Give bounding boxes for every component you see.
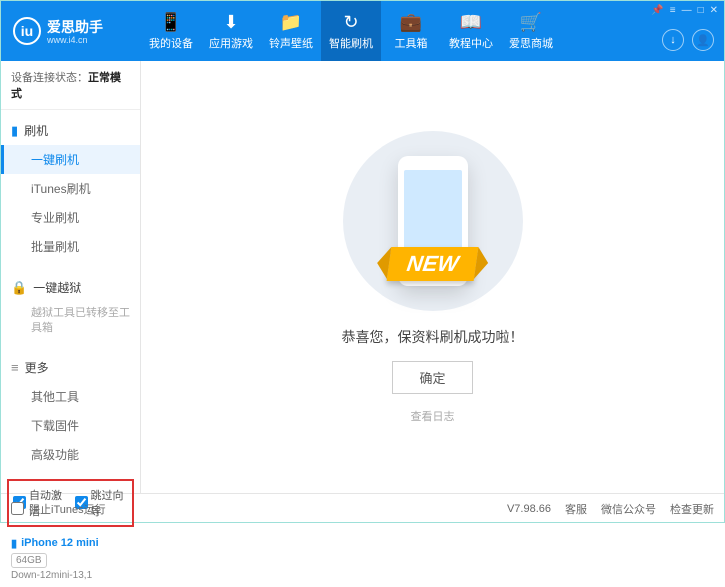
- sidebar-item-flash-1[interactable]: iTunes刷机: [1, 174, 140, 203]
- sidebar-item-more-1[interactable]: 下载固件: [1, 411, 140, 440]
- minimize-icon[interactable]: —: [682, 5, 692, 16]
- device-info[interactable]: ▮iPhone 12 mini 64GB Down-12mini-13,1: [1, 531, 140, 587]
- version-label: V7.98.66: [507, 503, 551, 515]
- nav-3[interactable]: ↻智能刷机: [321, 1, 381, 61]
- success-illustration: NEW: [333, 131, 533, 311]
- nav-icon: 💼: [400, 12, 422, 33]
- wechat-link[interactable]: 微信公众号: [601, 501, 656, 517]
- phone-icon: ▮: [11, 537, 17, 550]
- close-icon[interactable]: ✕: [710, 5, 718, 16]
- success-message: 恭喜您，保资料刷机成功啦！: [342, 327, 524, 347]
- sidebar-section-jailbreak[interactable]: 🔒 一键越狱: [1, 273, 140, 302]
- sidebar: 设备连接状态：正常模式 ▮ 刷机 一键刷机iTunes刷机专业刷机批量刷机 🔒 …: [1, 61, 141, 493]
- sidebar-section-more[interactable]: ≡ 更多: [1, 353, 140, 382]
- download-button[interactable]: ↓: [662, 29, 684, 51]
- nav-icon: ⬇: [223, 12, 238, 33]
- ok-button[interactable]: 确定: [392, 361, 472, 394]
- nav-4[interactable]: 💼工具箱: [381, 1, 441, 61]
- new-ribbon: NEW: [386, 247, 478, 281]
- user-button[interactable]: 👤: [692, 29, 714, 51]
- nav-icon: 📁: [280, 12, 302, 33]
- jailbreak-note: 越狱工具已转移至工具箱: [1, 302, 140, 341]
- support-link[interactable]: 客服: [565, 501, 587, 517]
- sidebar-item-flash-2[interactable]: 专业刷机: [1, 203, 140, 232]
- nav-1[interactable]: ⬇应用游戏: [201, 1, 261, 61]
- nav-icon: 🛒: [520, 12, 542, 33]
- menu-icon[interactable]: ≡: [670, 5, 676, 16]
- phone-icon: ▮: [11, 123, 18, 139]
- pin-icon[interactable]: 📌: [651, 5, 663, 16]
- connection-status: 设备连接状态：正常模式: [1, 61, 140, 110]
- header-actions: ↓ 👤: [662, 29, 714, 51]
- block-itunes-checkbox[interactable]: 阻止iTunes运行: [11, 501, 106, 517]
- window-controls: 📌 ≡ — □ ✕: [651, 5, 718, 16]
- nav-icon: 📱: [160, 12, 182, 33]
- sidebar-item-flash-3[interactable]: 批量刷机: [1, 232, 140, 261]
- nav-5[interactable]: 📖教程中心: [441, 1, 501, 61]
- firmware-label: Down-12mini-13,1: [11, 570, 130, 581]
- sidebar-item-more-2[interactable]: 高级功能: [1, 440, 140, 469]
- header: iu 爱思助手 www.i4.cn 📱我的设备⬇应用游戏📁铃声壁纸↻智能刷机💼工…: [1, 1, 724, 61]
- nav-icon: ↻: [343, 12, 358, 33]
- lock-icon: 🔒: [11, 280, 27, 296]
- view-log-link[interactable]: 查看日志: [411, 408, 455, 424]
- app-name: 爱思助手: [47, 17, 103, 37]
- nav-0[interactable]: 📱我的设备: [141, 1, 201, 61]
- sidebar-item-more-0[interactable]: 其他工具: [1, 382, 140, 411]
- logo-icon: iu: [13, 17, 41, 45]
- nav-6[interactable]: 🛒爱思商城: [501, 1, 561, 61]
- update-link[interactable]: 检查更新: [670, 501, 714, 517]
- app-url: www.i4.cn: [47, 35, 103, 45]
- main-content: NEW 恭喜您，保资料刷机成功啦！ 确定 查看日志: [141, 61, 724, 493]
- more-icon: ≡: [11, 360, 19, 375]
- nav-2[interactable]: 📁铃声壁纸: [261, 1, 321, 61]
- logo: iu 爱思助手 www.i4.cn: [1, 17, 141, 45]
- sidebar-section-flash[interactable]: ▮ 刷机: [1, 116, 140, 145]
- sidebar-item-flash-0[interactable]: 一键刷机: [1, 145, 140, 174]
- nav-icon: 📖: [460, 12, 482, 33]
- main-nav: 📱我的设备⬇应用游戏📁铃声壁纸↻智能刷机💼工具箱📖教程中心🛒爱思商城: [141, 1, 724, 61]
- storage-badge: 64GB: [11, 553, 47, 568]
- maximize-icon[interactable]: □: [698, 5, 704, 16]
